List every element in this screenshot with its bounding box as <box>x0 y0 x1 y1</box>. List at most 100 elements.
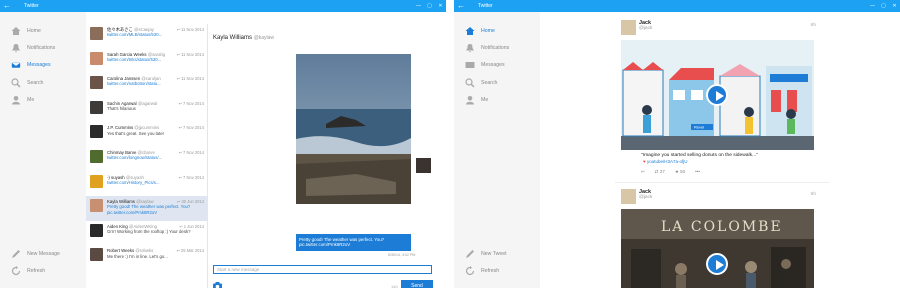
avatar[interactable] <box>416 158 431 173</box>
conversation-list[interactable]: 佐々木あさこ @sCaejay twitter.com/MLB/status/53… <box>86 24 208 288</box>
conversation-date-text: 30 Jun 2014 <box>181 199 204 205</box>
minimize-button[interactable]: — <box>867 3 878 9</box>
home-icon <box>465 26 475 35</box>
bell-icon <box>12 43 20 53</box>
nav-item-home[interactable]: Home <box>0 22 86 39</box>
nav-item-notifications[interactable]: Notifications <box>0 39 86 56</box>
avatar[interactable] <box>90 223 103 237</box>
conversation-date: ↩ 7 Nov 2014 <box>178 175 204 180</box>
home-window: ← Twitter — ▢ ✕ Home Notifications Messa… <box>454 0 900 288</box>
conversation-preview: twitter.com/natbotton/statu... <box>107 81 161 87</box>
avatar[interactable] <box>621 189 636 204</box>
nav-label: Search <box>481 79 498 86</box>
sender-handle: @sarahg <box>147 51 166 57</box>
conversation-preview: twitter.com/MLB/status/530... <box>107 32 163 38</box>
conversation-item[interactable]: Carolina Janssen @caroljan twitter.com/na… <box>86 73 207 98</box>
avatar[interactable] <box>90 199 103 213</box>
back-arrow-icon[interactable]: ← <box>454 0 468 12</box>
contact-handle: @kaylaw <box>253 35 275 41</box>
person-icon <box>12 95 20 105</box>
conversation-item[interactable]: 佐々木あさこ @sCaejay twitter.com/MLB/status/53… <box>86 24 207 49</box>
refresh-button[interactable]: Refresh <box>454 263 540 280</box>
message-timestamp: 6/30/14, 4:02 PM <box>388 253 416 257</box>
nav-label: New Message <box>27 251 60 258</box>
conversation-item[interactable]: Sachin Agarwal @agarwal That's hilarious ↩… <box>86 98 207 123</box>
nav-label: Refresh <box>27 268 46 275</box>
conversation-date-text: 11 Nov 2014 <box>181 27 204 32</box>
tweet-link-text[interactable]: youtube/H3A7a-ofjU <box>647 159 688 164</box>
conversation-preview: Grrr! Working from the rooftop :) Your d… <box>107 228 191 234</box>
nav-label: Home <box>481 27 495 34</box>
back-arrow-icon[interactable]: ← <box>0 0 14 12</box>
conversation-item[interactable]: Sarah Garcia Weeks @sarahg twitter.com/tn… <box>86 49 207 74</box>
close-button[interactable]: ✕ <box>435 3 446 9</box>
title-bar: ← Twitter — ▢ ✕ <box>454 0 900 12</box>
tweet-handle: @jack <box>639 195 653 200</box>
compose-input[interactable]: Start a new message <box>213 265 432 274</box>
nav-item-search[interactable]: Search <box>454 74 540 91</box>
maximize-button[interactable]: ▢ <box>424 3 435 9</box>
bell-icon <box>466 43 474 53</box>
avatar[interactable] <box>90 125 103 139</box>
camera-icon[interactable] <box>213 282 222 288</box>
nav-item-me[interactable]: Me <box>0 91 86 108</box>
tweet-video[interactable]: Revel <box>621 40 814 150</box>
conversation-header: Kayla Williams @kaylaw <box>213 35 274 41</box>
nav-item-messages[interactable]: Messages <box>454 57 540 74</box>
window-gap <box>446 0 454 288</box>
nav-item-me[interactable]: Me <box>454 91 540 108</box>
nav-label: Me <box>27 96 35 103</box>
conversation-item[interactable]: -) suyash @suyash twitter.com/History_Pic… <box>86 172 207 197</box>
nav-item-notifications[interactable]: Notifications <box>454 39 540 56</box>
reply-icon[interactable]: ↩ <box>641 169 645 175</box>
play-button[interactable] <box>706 253 728 275</box>
avatar[interactable] <box>90 174 103 188</box>
avatar[interactable] <box>90 27 103 40</box>
conversation-item[interactable]: Aiden King @AidenWKing Grrr! Working from… <box>86 221 207 246</box>
avatar[interactable] <box>90 76 103 90</box>
home-timeline[interactable]: Jack @jack 6h Revel "Imagine you started… <box>615 16 830 288</box>
new-tweet-button[interactable]: New Tweet <box>454 245 540 262</box>
refresh-button[interactable]: Refresh <box>0 263 86 280</box>
retweet-icon: ⇄ <box>654 169 659 174</box>
messages-window: ← Twitter — ▢ ✕ Home Notifications Messa… <box>0 0 446 288</box>
avatar[interactable] <box>90 149 103 163</box>
shared-photo[interactable] <box>296 54 411 204</box>
conversation-item[interactable]: Robert Weeks @robwks Me there :) I'm in l… <box>86 245 207 270</box>
nav-bottom: New Tweet Refresh <box>454 245 540 280</box>
sender-handle: @robwks <box>135 248 154 254</box>
nav-label: Search <box>27 79 44 86</box>
conversation-date: ↩ 30 Jun 2014 <box>177 199 204 204</box>
tweet-time: 6h <box>810 23 816 28</box>
send-button[interactable]: Send <box>401 280 433 288</box>
avatar[interactable] <box>90 100 103 114</box>
conversation-preview: twitter.com/History_Pics/s... <box>107 179 160 185</box>
avatar[interactable] <box>621 20 636 35</box>
conversation-date: ↩ 25 Mar 2014 <box>176 248 204 253</box>
nav-item-search[interactable]: Search <box>0 74 86 91</box>
sender-name: J.P. Cummins <box>107 125 134 131</box>
retweet-button[interactable]: ⇄ 27 <box>655 169 665 175</box>
conversation-item[interactable]: J.P. Cummins @jpcummins Yes that's great.… <box>86 122 207 147</box>
nav-item-home[interactable]: Home <box>454 22 540 39</box>
more-icon[interactable]: ••• <box>695 169 700 175</box>
conversation-item[interactable]: Chinmay Barve @cbarve twitter.com/longnow… <box>86 147 207 172</box>
avatar[interactable] <box>90 248 103 262</box>
home-icon <box>11 26 21 35</box>
close-button[interactable]: ✕ <box>889 3 900 9</box>
nav-item-messages[interactable]: Messages <box>0 57 86 74</box>
minimize-button[interactable]: — <box>413 3 424 9</box>
maximize-button[interactable]: ▢ <box>878 3 889 9</box>
new-message-button[interactable]: New Message <box>0 245 86 262</box>
conversation-date-text: 7 Nov 2014 <box>183 125 204 131</box>
tweet-video[interactable]: LA COLOMBE <box>621 209 814 288</box>
conversation-item[interactable]: Kayla Williams @kaylaw Pretty good! The w… <box>86 196 207 221</box>
person-icon <box>466 95 474 105</box>
favorite-button[interactable]: ★ 50 <box>675 169 685 175</box>
tweet-link[interactable]: ♥ youtube/H3A7a-ofjU <box>643 159 687 164</box>
conversation-date: ↩ 7 Nov 2014 <box>178 125 204 130</box>
play-button[interactable] <box>706 84 728 106</box>
avatar[interactable] <box>90 51 103 65</box>
conversation-preview: Yes that's great. See you later <box>107 130 165 136</box>
title-bar: ← Twitter — ▢ ✕ <box>0 0 446 12</box>
